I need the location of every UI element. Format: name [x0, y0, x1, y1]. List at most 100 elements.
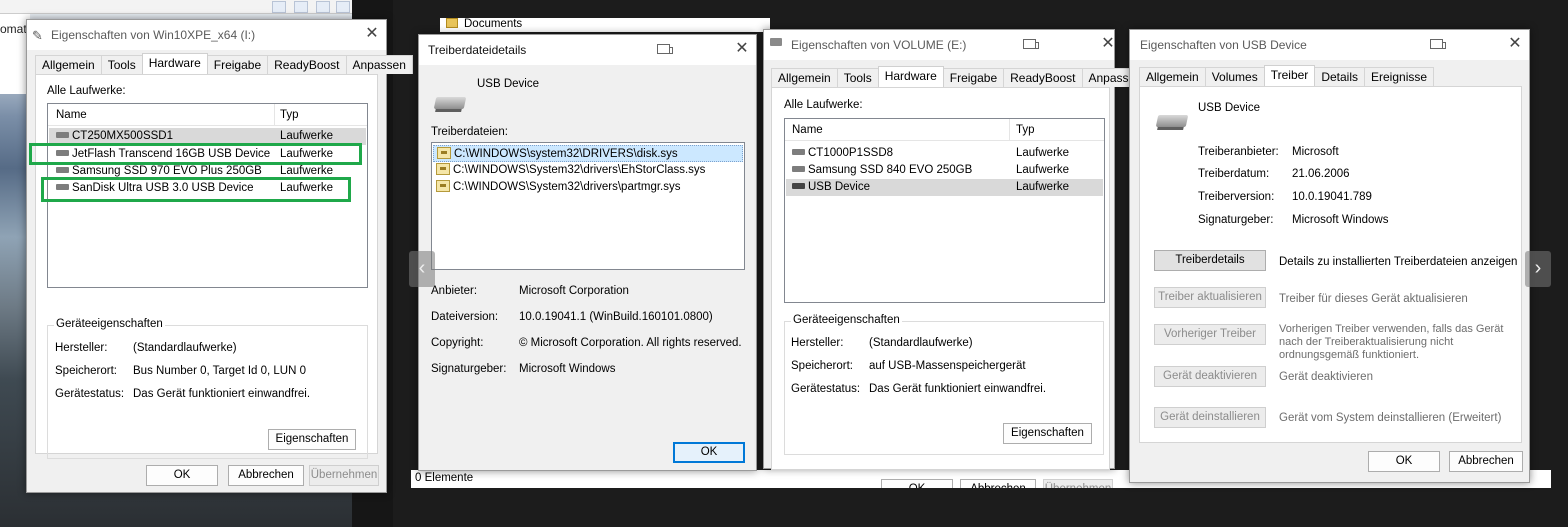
- prop-label: Gerätestatus:: [55, 388, 125, 400]
- tab-volumes[interactable]: Volumes: [1204, 67, 1265, 86]
- tab-freigabe[interactable]: Freigabe: [206, 55, 269, 74]
- drives-list[interactable]: Name Typ CT1000P1SSD8 Laufwerke Samsung …: [784, 118, 1105, 303]
- highlight-jetflash: [29, 143, 362, 165]
- tab-readyboost[interactable]: ReadyBoost: [1003, 68, 1083, 87]
- update-driver-button[interactable]: Treiber aktualisieren: [1154, 287, 1266, 308]
- ok-button[interactable]: OK: [673, 442, 745, 463]
- properties-window-volume: Eigenschaften von VOLUME (E:) ✕ Allgemei…: [763, 29, 1149, 470]
- tab-ereignisse[interactable]: Ereignisse: [1364, 67, 1435, 86]
- tab-strip: Allgemein Tools Hardware Freigabe ReadyB…: [771, 66, 1149, 87]
- toolbar-folder-icon[interactable]: [336, 1, 350, 13]
- keyboard-icon[interactable]: [1023, 39, 1039, 49]
- group-title: Geräteeigenschaften: [791, 314, 902, 326]
- drives-label: Alle Laufwerke:: [784, 99, 863, 111]
- drive-type: Laufwerke: [1016, 147, 1070, 159]
- ok-button[interactable]: OK: [1368, 451, 1440, 472]
- drive-row[interactable]: Samsung SSD 840 EVO 250GB Laufwerke: [786, 162, 1103, 179]
- tab-details[interactable]: Details: [1314, 67, 1365, 86]
- driver-info-value: 21.06.2006: [1292, 168, 1350, 180]
- drive-pen-icon: ✎: [32, 28, 43, 43]
- cancel-button[interactable]: Abbrechen: [1449, 451, 1523, 472]
- driver-file-icon: [436, 180, 450, 192]
- info-value: Microsoft Windows: [519, 363, 616, 375]
- driver-file-path: C:\WINDOWS\system32\DRIVERS\disk.sys: [454, 148, 678, 161]
- volume-window-button-row: OK Abbrechen Übernehmen: [763, 469, 1115, 488]
- col-type[interactable]: Typ: [280, 109, 299, 121]
- driver-file-row[interactable]: C:\WINDOWS\System32\drivers\partmgr.sys: [433, 179, 743, 196]
- info-label: Signaturgeber:: [431, 363, 507, 375]
- drive-name: CT250MX500SSD1: [72, 130, 173, 142]
- device-properties-group: Geräteeigenschaften Hersteller: (Standar…: [784, 314, 1104, 455]
- tab-allgemein[interactable]: Allgemein: [35, 55, 102, 74]
- properties-button[interactable]: Eigenschaften: [268, 429, 356, 450]
- disable-device-button[interactable]: Gerät deaktivieren: [1154, 366, 1266, 387]
- driver-info-value: Microsoft Windows: [1292, 214, 1389, 226]
- action-description: Gerät vom System deinstallieren (Erweite…: [1279, 412, 1502, 424]
- action-description: Gerät deaktivieren: [1279, 371, 1373, 383]
- driver-file-row[interactable]: C:\WINDOWS\system32\DRIVERS\disk.sys: [433, 145, 743, 162]
- info-label: Dateiversion:: [431, 311, 499, 323]
- driver-files-list[interactable]: C:\WINDOWS\system32\DRIVERS\disk.sys C:\…: [431, 142, 745, 270]
- prop-value: Bus Number 0, Target Id 0, LUN 0: [133, 365, 307, 377]
- device-name: USB Device: [1198, 102, 1260, 114]
- tab-tools[interactable]: Tools: [100, 55, 143, 74]
- drive-row[interactable]: CT1000P1SSD8 Laufwerke: [786, 145, 1103, 162]
- ok-button[interactable]: OK: [146, 465, 218, 486]
- toolbar-clock-icon[interactable]: [272, 1, 286, 13]
- ok-button[interactable]: OK: [881, 479, 953, 488]
- previous-arrow-icon[interactable]: ‹: [409, 251, 435, 287]
- driver-info-label: Signaturgeber:: [1198, 214, 1274, 226]
- cancel-button[interactable]: Abbrechen: [228, 465, 304, 486]
- drive-row-selected[interactable]: USB Device Laufwerke: [786, 179, 1103, 196]
- driver-file-row[interactable]: C:\WINDOWS\System32\drivers\EhStorClass.…: [433, 162, 743, 179]
- cancel-button[interactable]: Abbrechen: [960, 479, 1036, 488]
- properties-button[interactable]: Eigenschaften: [1003, 423, 1092, 444]
- drive-name: Samsung SSD 840 EVO 250GB: [808, 164, 973, 176]
- prop-value: (Standardlaufwerke): [133, 342, 237, 354]
- next-arrow-icon[interactable]: ›: [1525, 251, 1551, 287]
- drive-type: Laufwerke: [280, 165, 334, 177]
- tab-hardware[interactable]: Hardware: [877, 66, 944, 87]
- tab-hardware[interactable]: Hardware: [141, 53, 208, 74]
- close-icon[interactable]: ✕: [1098, 34, 1118, 54]
- keyboard-icon[interactable]: [1430, 39, 1446, 49]
- apply-button[interactable]: Übernehmen: [309, 465, 379, 486]
- prop-label: Speicherort:: [55, 365, 118, 377]
- prop-value: (Standardlaufwerke): [869, 337, 973, 349]
- toolbar-star-icon[interactable]: [294, 1, 308, 13]
- info-value: Microsoft Corporation: [519, 285, 629, 297]
- close-icon[interactable]: ✕: [1505, 34, 1525, 54]
- driver-info-value: 10.0.19041.789: [1292, 191, 1372, 203]
- tab-anpassen[interactable]: Anpassen: [345, 55, 413, 74]
- device-name: USB Device: [477, 78, 539, 90]
- driver-files-label: Treiberdateien:: [431, 126, 508, 138]
- tab-readyboost[interactable]: ReadyBoost: [267, 55, 347, 74]
- driver-details-button[interactable]: Treiberdetails: [1154, 250, 1266, 271]
- documents-label[interactable]: Documents: [464, 18, 522, 30]
- tab-treiber[interactable]: Treiber: [1263, 65, 1316, 86]
- col-type[interactable]: Typ: [1016, 124, 1035, 136]
- tab-freigabe[interactable]: Freigabe: [942, 68, 1005, 87]
- window-title: Treiberdateidetails: [428, 43, 527, 57]
- rollback-driver-button[interactable]: Vorheriger Treiber: [1154, 324, 1266, 345]
- info-label: Anbieter:: [431, 285, 478, 297]
- tab-allgemein[interactable]: Allgemein: [771, 68, 838, 87]
- hardware-panel: Alle Laufwerke: Name Typ CT1000P1SSD8 La…: [771, 87, 1110, 470]
- toolbar-up-icon[interactable]: [316, 1, 330, 13]
- hardware-panel: Alle Laufwerke: Name Typ CT250MX500SSD1 …: [35, 74, 378, 459]
- drive-type: Laufwerke: [280, 130, 334, 142]
- uninstall-device-button[interactable]: Gerät deinstallieren: [1154, 407, 1266, 428]
- drive-name: USB Device: [808, 181, 870, 193]
- col-name[interactable]: Name: [792, 124, 823, 136]
- col-name[interactable]: Name: [56, 109, 87, 121]
- explorer-header-strip: Documents: [440, 18, 770, 32]
- apply-button[interactable]: Übernehmen: [1043, 479, 1113, 488]
- tab-allgemein[interactable]: Allgemein: [1139, 67, 1206, 86]
- action-description: Details zu installierten Treiberdateien …: [1279, 256, 1518, 268]
- tab-tools[interactable]: Tools: [836, 68, 879, 87]
- close-icon[interactable]: ✕: [362, 24, 382, 44]
- close-icon[interactable]: ✕: [732, 39, 752, 59]
- keyboard-icon[interactable]: [657, 44, 673, 54]
- titlebar: Treiberdateidetails ✕: [419, 35, 756, 65]
- driver-file-icon: [436, 163, 450, 175]
